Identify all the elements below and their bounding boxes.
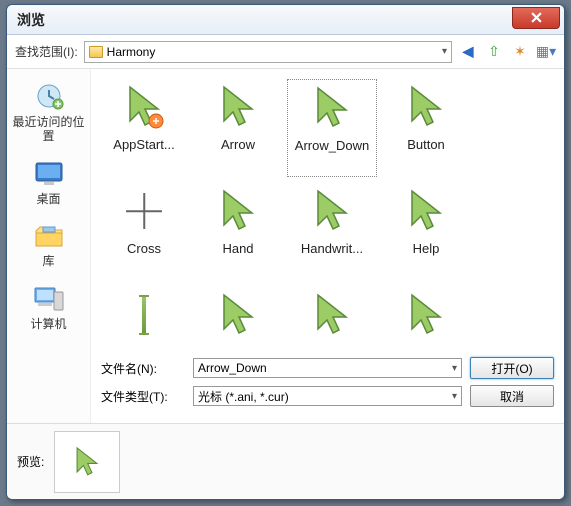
lookin-combo[interactable]: Harmony ▾ bbox=[84, 41, 452, 63]
file-item[interactable] bbox=[193, 287, 283, 351]
cursor-icon bbox=[216, 291, 260, 339]
file-open-dialog: 浏览 查找范围(I): Harmony ▾ ◀ ⇧ ✶ ▦▾ 最近访问的位置 bbox=[6, 4, 565, 500]
file-item[interactable]: Cross bbox=[99, 183, 189, 281]
views-icon: ▦▾ bbox=[536, 43, 556, 60]
filetype-value: 光标 (*.ani, *.cur) bbox=[198, 388, 289, 405]
chevron-down-icon: ▾ bbox=[452, 391, 457, 402]
filename-value: Arrow_Down bbox=[198, 361, 267, 375]
up-icon: ⇧ bbox=[488, 43, 500, 60]
chevron-down-icon: ▾ bbox=[442, 46, 447, 57]
cross-icon bbox=[126, 193, 162, 229]
cursor-icon bbox=[404, 187, 448, 235]
cursor-icon bbox=[122, 83, 166, 131]
newfolder-button[interactable]: ✶ bbox=[510, 42, 530, 62]
dialog-body: 最近访问的位置 桌面 库 计算机 AppSta bbox=[7, 69, 564, 423]
cursor-icon bbox=[310, 291, 354, 339]
file-label: Cross bbox=[99, 241, 189, 257]
recent-icon bbox=[31, 81, 67, 113]
filename-label: 文件名(N): bbox=[101, 360, 185, 377]
cursor-icon bbox=[216, 83, 260, 131]
sidebar-item-label: 计算机 bbox=[9, 317, 88, 331]
file-label: Hand bbox=[193, 241, 283, 257]
file-thumb bbox=[308, 84, 356, 132]
back-button[interactable]: ◀ bbox=[458, 42, 478, 62]
file-thumb bbox=[308, 187, 356, 235]
file-item[interactable] bbox=[99, 287, 189, 351]
preview-strip: 预览: bbox=[7, 423, 564, 499]
back-icon: ◀ bbox=[463, 43, 474, 60]
file-thumb bbox=[402, 291, 450, 339]
sidebar-item-computer[interactable]: 计算机 bbox=[7, 279, 90, 335]
filename-input[interactable]: Arrow_Down ▾ bbox=[193, 358, 462, 378]
sidebar-item-label: 桌面 bbox=[9, 192, 88, 206]
close-icon bbox=[531, 12, 542, 23]
lookin-value: Harmony bbox=[107, 45, 156, 59]
filetype-label: 文件类型(T): bbox=[101, 388, 185, 405]
sidebar-item-label: 库 bbox=[9, 254, 88, 268]
file-label: Arrow_Down bbox=[288, 138, 376, 154]
sidebar-item-recent[interactable]: 最近访问的位置 bbox=[7, 77, 90, 148]
file-grid: AppStart...ArrowArrow_DownButtonCrossHan… bbox=[91, 69, 564, 351]
open-button[interactable]: 打开(O) bbox=[470, 357, 554, 379]
cancel-button[interactable]: 取消 bbox=[470, 385, 554, 407]
file-item[interactable]: Handwrit... bbox=[287, 183, 377, 281]
cursor-icon bbox=[310, 84, 354, 132]
toolbar-icons: ◀ ⇧ ✶ ▦▾ bbox=[458, 42, 556, 62]
file-label: Button bbox=[381, 137, 471, 153]
chevron-down-icon: ▾ bbox=[452, 363, 457, 374]
libraries-icon bbox=[31, 220, 67, 252]
file-item[interactable] bbox=[287, 287, 377, 351]
file-item[interactable]: Arrow bbox=[193, 79, 283, 177]
close-button[interactable] bbox=[512, 7, 560, 29]
file-thumb bbox=[308, 291, 356, 339]
up-button[interactable]: ⇧ bbox=[484, 42, 504, 62]
newfolder-icon: ✶ bbox=[514, 43, 526, 60]
toolbar: 查找范围(I): Harmony ▾ ◀ ⇧ ✶ ▦▾ bbox=[7, 35, 564, 69]
file-item[interactable]: Arrow_Down bbox=[287, 79, 377, 177]
sidebar-item-libraries[interactable]: 库 bbox=[7, 216, 90, 272]
computer-icon bbox=[31, 283, 67, 315]
filetype-combo[interactable]: 光标 (*.ani, *.cur) ▾ bbox=[193, 386, 462, 406]
cursor-icon bbox=[404, 291, 448, 339]
places-sidebar: 最近访问的位置 桌面 库 计算机 bbox=[7, 69, 91, 423]
file-thumb bbox=[214, 291, 262, 339]
sidebar-item-desktop[interactable]: 桌面 bbox=[7, 154, 90, 210]
file-item[interactable] bbox=[381, 287, 471, 351]
lookin-label: 查找范围(I): bbox=[15, 43, 78, 60]
file-thumb bbox=[402, 187, 450, 235]
cursor-icon bbox=[404, 83, 448, 131]
main-area: AppStart...ArrowArrow_DownButtonCrossHan… bbox=[91, 69, 564, 423]
file-thumb bbox=[120, 291, 168, 339]
desktop-icon bbox=[31, 158, 67, 190]
file-thumb bbox=[120, 187, 168, 235]
file-thumb bbox=[120, 83, 168, 131]
file-item[interactable]: Hand bbox=[193, 183, 283, 281]
cursor-icon bbox=[216, 187, 260, 235]
bottom-fields: 文件名(N): Arrow_Down ▾ 打开(O) 文件类型(T): 光标 (… bbox=[91, 351, 564, 423]
file-label: Arrow bbox=[193, 137, 283, 153]
file-label: Help bbox=[381, 241, 471, 257]
cursor-preview-icon bbox=[72, 445, 102, 479]
file-label: AppStart... bbox=[99, 137, 189, 153]
file-thumb bbox=[214, 187, 262, 235]
window-title: 浏览 bbox=[17, 10, 45, 30]
file-item[interactable]: Help bbox=[381, 183, 471, 281]
views-button[interactable]: ▦▾ bbox=[536, 42, 556, 62]
titlebar: 浏览 bbox=[7, 5, 564, 35]
file-thumb bbox=[214, 83, 262, 131]
preview-box bbox=[54, 431, 120, 493]
preview-label: 预览: bbox=[17, 453, 44, 470]
sidebar-item-label: 最近访问的位置 bbox=[9, 115, 88, 144]
file-label: Handwrit... bbox=[287, 241, 377, 257]
file-item[interactable]: Button bbox=[381, 79, 471, 177]
folder-icon bbox=[89, 46, 103, 58]
file-item[interactable]: AppStart... bbox=[99, 79, 189, 177]
ibeam-icon bbox=[142, 295, 146, 335]
file-thumb bbox=[402, 83, 450, 131]
cursor-icon bbox=[310, 187, 354, 235]
